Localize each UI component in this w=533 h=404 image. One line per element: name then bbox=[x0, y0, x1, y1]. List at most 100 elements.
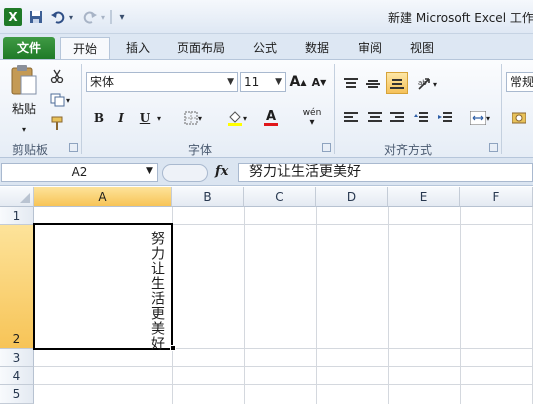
fill-handle[interactable] bbox=[170, 345, 176, 351]
format-painter-button[interactable] bbox=[48, 114, 66, 134]
row-header-1[interactable]: 1 bbox=[0, 207, 34, 225]
cell-a2[interactable]: 努力让生活更美好 bbox=[33, 223, 173, 351]
grow-arrow-icon: ▲ bbox=[300, 77, 307, 87]
customize-quick-access-icon[interactable]: ▾ bbox=[116, 8, 128, 26]
align-middle-button[interactable] bbox=[364, 74, 382, 94]
clipboard-dialog-launcher-icon[interactable] bbox=[69, 143, 78, 152]
align-center-button[interactable] bbox=[366, 108, 384, 128]
paste-icon bbox=[11, 65, 37, 95]
decrease-indent-button[interactable] bbox=[412, 108, 430, 128]
select-all-triangle-icon bbox=[20, 193, 30, 203]
shrink-font-glyph: A bbox=[311, 75, 321, 89]
column-header-e[interactable]: E bbox=[388, 187, 460, 207]
borders-button[interactable]: ▾ bbox=[178, 108, 208, 128]
shrink-arrow-icon: ▼ bbox=[320, 77, 327, 87]
gridline bbox=[244, 207, 245, 404]
tab-data[interactable]: 数据 bbox=[297, 37, 337, 59]
name-box[interactable]: A2 bbox=[1, 163, 158, 182]
tab-file[interactable]: 文件 bbox=[3, 37, 55, 59]
orientation-button[interactable]: ab ▾ bbox=[414, 74, 440, 94]
font-size-value: 11 bbox=[244, 75, 260, 89]
shrink-font-button[interactable]: A ▼ bbox=[311, 72, 327, 92]
redo-icon[interactable] bbox=[82, 8, 98, 26]
redo-dropdown-icon[interactable]: ▾ bbox=[99, 8, 107, 26]
name-box-dropdown-icon[interactable]: ▼ bbox=[146, 166, 153, 176]
row-header-2[interactable]: 2 bbox=[0, 225, 34, 349]
excel-app-icon[interactable]: X bbox=[4, 8, 22, 26]
tab-formulas[interactable]: 公式 bbox=[245, 37, 285, 59]
cut-button[interactable] bbox=[48, 66, 66, 86]
copy-dropdown-icon[interactable]: ▾ bbox=[66, 96, 70, 105]
paste-dropdown-icon[interactable]: ▾ bbox=[22, 125, 26, 134]
merge-center-button[interactable]: ▾ bbox=[466, 108, 494, 128]
gridline bbox=[388, 207, 389, 404]
svg-text:ab: ab bbox=[418, 79, 427, 87]
paste-button[interactable]: 粘贴 ▾ bbox=[8, 64, 40, 134]
decrease-indent-icon bbox=[414, 112, 428, 122]
accounting-format-button[interactable] bbox=[510, 108, 528, 128]
title-bar: X ▾ ▾ ▾ 新建 Microsoft Excel 工作 bbox=[0, 0, 533, 34]
save-icon[interactable] bbox=[28, 8, 44, 26]
chevron-down-icon: ▼ bbox=[275, 77, 282, 87]
font-name-select[interactable]: 宋体 ▼ bbox=[86, 72, 238, 92]
tab-home[interactable]: 开始 bbox=[60, 37, 110, 59]
column-header-d[interactable]: D bbox=[316, 187, 388, 207]
currency-icon bbox=[512, 112, 526, 124]
select-all-corner[interactable] bbox=[0, 187, 34, 207]
gridline bbox=[460, 207, 461, 404]
phonetic-button[interactable]: wén ▾ bbox=[297, 108, 327, 128]
bold-button[interactable]: B bbox=[90, 108, 108, 128]
font-group-label: 字体 bbox=[188, 143, 213, 157]
italic-button[interactable]: I bbox=[112, 108, 130, 128]
group-separator bbox=[501, 64, 502, 154]
formula-input[interactable]: 努力让生活更美好 bbox=[238, 163, 533, 182]
align-bottom-button[interactable] bbox=[386, 72, 408, 94]
tab-page-layout[interactable]: 页面布局 bbox=[170, 37, 232, 59]
group-separator bbox=[334, 64, 335, 154]
chevron-down-icon: ▾ bbox=[242, 113, 247, 123]
paint-bucket-icon bbox=[227, 111, 242, 126]
column-header-b[interactable]: B bbox=[172, 187, 244, 207]
tab-insert[interactable]: 插入 bbox=[118, 37, 158, 59]
font-color-button[interactable]: A bbox=[256, 108, 286, 128]
align-center-icon bbox=[368, 112, 382, 122]
copy-button[interactable]: ▾ bbox=[46, 90, 74, 110]
row-header-5[interactable]: 5 bbox=[0, 385, 34, 404]
column-header-a[interactable]: A bbox=[34, 187, 172, 207]
column-header-f[interactable]: F bbox=[460, 187, 533, 207]
fill-color-button[interactable]: ▾ bbox=[222, 108, 252, 128]
number-format-value: 常规 bbox=[510, 75, 533, 89]
chevron-down-icon: ▾ bbox=[197, 113, 202, 123]
tab-view[interactable]: 视图 bbox=[402, 37, 442, 59]
ribbon-tabs: 文件 开始 插入 页面布局 公式 数据 审阅 视图 bbox=[0, 34, 533, 60]
paste-label: 粘贴 bbox=[11, 102, 36, 116]
undo-icon[interactable] bbox=[50, 8, 66, 26]
worksheet-grid[interactable]: A B C D E F 1 2 3 4 5 努力让生活更美好 bbox=[0, 187, 533, 404]
formula-bar-toggle[interactable] bbox=[162, 164, 208, 182]
row-header-3[interactable]: 3 bbox=[0, 349, 34, 367]
increase-indent-button[interactable] bbox=[436, 108, 454, 128]
tab-review[interactable]: 审阅 bbox=[350, 37, 390, 59]
align-left-icon bbox=[344, 112, 358, 122]
align-left-button[interactable] bbox=[342, 108, 360, 128]
group-separator bbox=[81, 64, 82, 154]
column-header-c[interactable]: C bbox=[244, 187, 316, 207]
insert-function-icon[interactable]: fx bbox=[215, 164, 228, 179]
row-header-4[interactable]: 4 bbox=[0, 367, 34, 385]
grow-font-glyph: A bbox=[289, 74, 301, 90]
chevron-down-icon: ▾ bbox=[432, 79, 437, 89]
align-right-button[interactable] bbox=[388, 108, 406, 128]
formula-bar: A2 ▼ fx 努力让生活更美好 bbox=[0, 158, 533, 186]
underline-button[interactable]: U bbox=[136, 108, 154, 128]
gridline bbox=[34, 366, 533, 367]
number-format-select[interactable]: 常规 bbox=[506, 72, 533, 92]
font-dialog-launcher-icon[interactable] bbox=[322, 143, 331, 152]
font-name-value: 宋体 bbox=[90, 75, 115, 89]
alignment-dialog-launcher-icon[interactable] bbox=[489, 143, 498, 152]
font-size-select[interactable]: 11 ▼ bbox=[240, 72, 286, 92]
undo-dropdown-icon[interactable]: ▾ bbox=[67, 8, 75, 26]
grow-font-button[interactable]: A ▲ bbox=[289, 72, 307, 92]
align-top-button[interactable] bbox=[342, 74, 360, 94]
underline-dropdown-icon[interactable]: ▾ bbox=[154, 108, 164, 128]
chevron-down-icon: ▼ bbox=[227, 77, 234, 87]
